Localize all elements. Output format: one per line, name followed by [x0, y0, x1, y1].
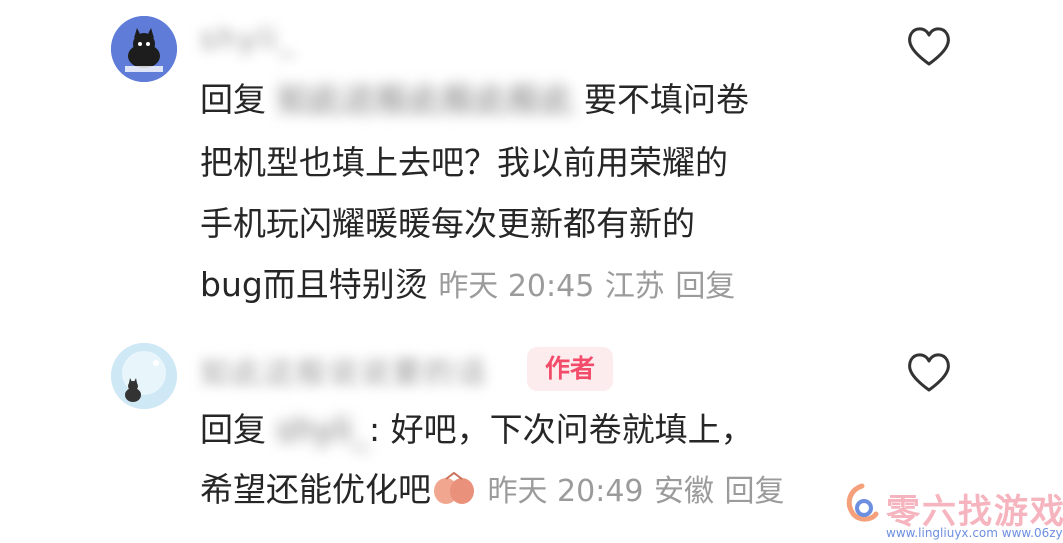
author-badge: 作者	[527, 347, 613, 391]
reply-button[interactable]: 回复	[725, 474, 785, 509]
reply-label: 回复	[200, 410, 266, 449]
reply-button[interactable]: 回复	[675, 269, 735, 304]
comment-location: 安徽	[654, 474, 714, 509]
comment-text: : 好吧，下次问卷就填上，	[368, 410, 754, 449]
heart-outline-icon[interactable]	[905, 350, 953, 394]
comment-text-line: 回复 如此这般此般此般此 要不填问卷	[200, 80, 749, 120]
watermark-url: www.lingliuyx.com www.06zyx.com	[886, 526, 1063, 540]
avatar[interactable]	[111, 16, 177, 82]
comment-time: 昨天 20:49	[487, 474, 644, 509]
watermark-logo-icon	[846, 483, 879, 522]
comment-time: 昨天 20:45	[438, 269, 595, 304]
reply-target-username[interactable]: shyli_	[277, 410, 369, 449]
comment-text-line: 希望还能优化吧 昨天 20:49 安徽 回复	[200, 470, 785, 512]
comment-location: 江苏	[604, 269, 665, 304]
comment-text-line: 回复 shyli_: 好吧，下次问卷就填上，	[200, 410, 754, 450]
reply-target-username[interactable]: 如此这般此般此般此	[277, 80, 574, 119]
folded-hands-emoji-icon	[434, 471, 474, 504]
cat-avatar-icon	[111, 16, 177, 82]
comment-username[interactable]: 如此这般说说要的话	[200, 348, 488, 392]
comment-text-line: 把机型也填上去吧？我以前用荣耀的	[200, 143, 728, 182]
comment-text: 希望还能优化吧	[200, 470, 431, 509]
comment-text: bug而且特别烫	[200, 265, 428, 304]
comment-text-line: bug而且特别烫 昨天 20:45 江苏 回复	[200, 265, 735, 307]
comment-username[interactable]: shyli_	[200, 22, 296, 57]
comment-text-line: 手机玩闪耀暖暖每次更新都有新的	[200, 204, 695, 243]
reply-label: 回复	[200, 80, 266, 119]
heart-outline-icon[interactable]	[905, 24, 953, 68]
comment-text: 要不填问卷	[584, 80, 749, 119]
avatar[interactable]	[111, 343, 177, 409]
cat-avatar-icon	[111, 343, 177, 409]
